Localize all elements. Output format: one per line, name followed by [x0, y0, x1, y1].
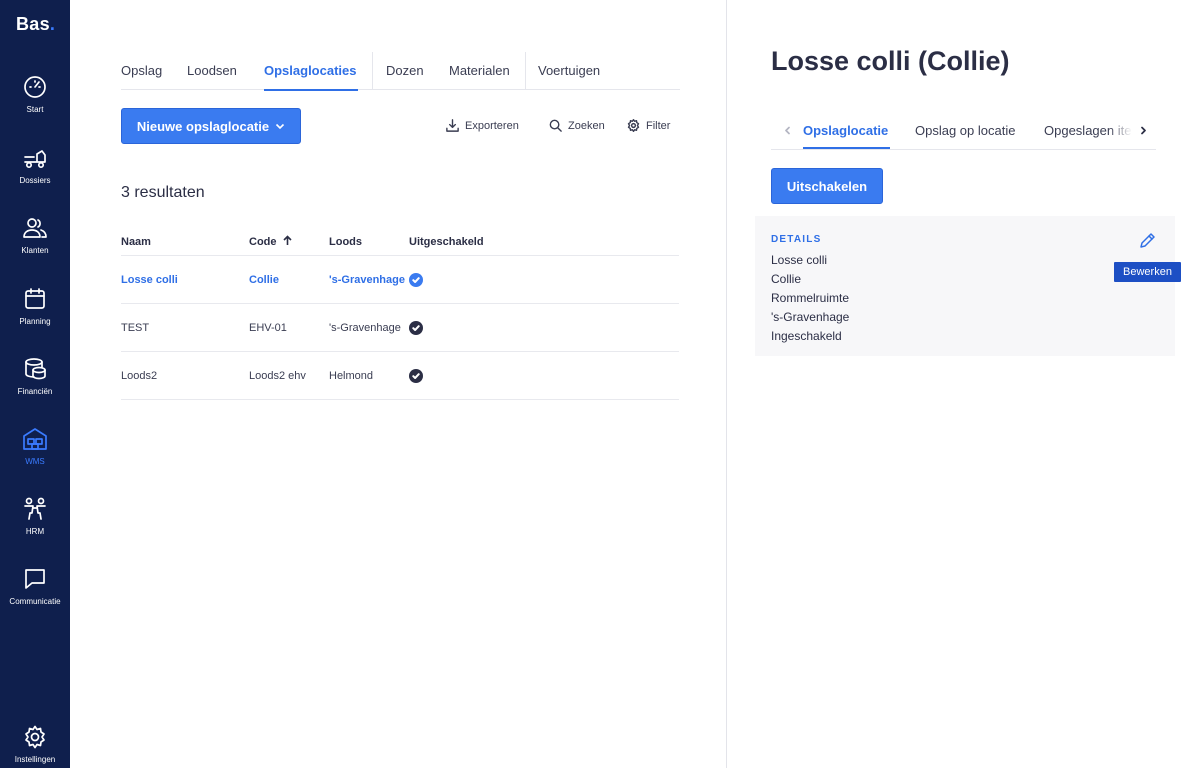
sidebar-item-communicatie[interactable]: Communicatie [0, 566, 70, 626]
sidebar-item-label: Instellingen [14, 755, 56, 764]
sidebar-item-label: Klanten [21, 246, 49, 255]
main-panel: Opslag Loodsen Opslaglocaties Dozen Mate… [70, 0, 726, 768]
cell-code: EHV-01 [249, 321, 287, 334]
app-logo[interactable]: Bas. [16, 14, 55, 35]
edit-tooltip: Bewerken [1114, 262, 1181, 282]
sidebar-item-financien[interactable]: Financiën [0, 356, 70, 416]
export-label: Exporteren [465, 119, 519, 132]
gear-icon [25, 725, 45, 749]
users-icon [23, 218, 47, 238]
cell-loods: 's-Gravenhage [329, 273, 405, 286]
check-circle-icon [409, 320, 423, 335]
cell-name: TEST [121, 321, 150, 334]
warehouse-icon [23, 428, 47, 450]
detail-value-name: Losse colli [771, 253, 828, 267]
sidebar-item-label: WMS [25, 457, 45, 466]
tab-opslag[interactable]: Opslag [121, 52, 187, 90]
table-row[interactable]: TEST EHV-01 's-Gravenhage [121, 304, 679, 352]
pencil-icon [1140, 233, 1155, 248]
sidebar-item-dossiers[interactable]: Dossiers [0, 145, 70, 205]
column-header-code[interactable]: Code [249, 235, 329, 248]
arrow-up-icon [282, 235, 292, 245]
new-storage-location-label: Nieuwe opslaglocatie [136, 118, 270, 134]
chevron-down-icon [276, 123, 285, 130]
tabs-fade [1108, 112, 1132, 148]
chevron-left-icon [784, 126, 790, 134]
tab-voertuigen[interactable]: Voertuigen [526, 52, 616, 90]
details-heading: DETAILS [771, 234, 822, 245]
sidebar-item-label: Financiën [17, 387, 53, 396]
detail-tab-opslag-op-locatie[interactable]: Opslag op locatie [915, 123, 1015, 138]
cell-disabled [409, 320, 559, 335]
sidebar: Bas. Start Dossiers Klanten Planning Fin… [0, 0, 70, 768]
tabs-scroll-right[interactable] [1131, 122, 1156, 138]
detail-value-loods: 's-Gravenhage [771, 310, 850, 324]
sidebar-item-label: Planning [19, 317, 51, 326]
check-circle-icon [409, 272, 423, 287]
check-circle-icon [409, 368, 423, 383]
sidebar-item-klanten[interactable]: Klanten [0, 215, 70, 275]
results-count: 3 resultaten [121, 184, 205, 201]
sidebar-item-label: Dossiers [19, 176, 51, 185]
column-header-disabled[interactable]: Uitgeschakeld [409, 236, 559, 248]
coins-icon [25, 358, 46, 380]
search-icon [549, 119, 562, 132]
sidebar-item-start[interactable]: Start [0, 74, 70, 134]
storage-locations-table: Naam Code Loods Uitgeschakeld Losse coll… [121, 228, 679, 400]
tab-materialen[interactable]: Materialen [436, 52, 525, 90]
details-values: Losse colli Collie Rommelruimte 's-Grave… [771, 251, 849, 346]
detail-value-status: Ingeschakeld [771, 329, 842, 343]
tab-opslaglocaties[interactable]: Opslaglocaties [264, 52, 358, 91]
sidebar-item-label: Communicatie [9, 597, 61, 606]
search-button[interactable]: Zoeken [548, 118, 605, 133]
detail-title: Losse colli (Collie) [771, 46, 1010, 76]
export-button[interactable]: Exporteren [445, 118, 519, 133]
tab-loodsen[interactable]: Loodsen [187, 52, 264, 90]
sidebar-item-label: HRM [25, 527, 45, 536]
speedometer-icon [24, 76, 46, 98]
disable-button[interactable]: Uitschakelen [771, 168, 883, 204]
filter-label: Filter [646, 119, 671, 132]
active-tab-indicator [803, 147, 890, 149]
gear-icon [627, 118, 640, 133]
sidebar-item-wms[interactable]: WMS [0, 426, 70, 486]
cell-disabled [409, 272, 559, 287]
column-header-code-label: Code [249, 236, 277, 248]
table-header: Naam Code Loods Uitgeschakeld [121, 228, 679, 256]
cell-disabled [409, 368, 559, 383]
download-icon [446, 119, 459, 132]
column-header-name[interactable]: Naam [121, 236, 249, 248]
table-row[interactable]: Losse colli Collie 's-Gravenhage [121, 256, 679, 304]
sidebar-item-planning[interactable]: Planning [0, 286, 70, 346]
chevron-right-icon [1141, 126, 1146, 134]
cell-loods: 's-Gravenhage [329, 321, 401, 334]
sidebar-item-label: Start [26, 105, 44, 114]
sidebar-item-instellingen[interactable]: Instellingen [0, 724, 70, 768]
calendar-icon [25, 288, 45, 309]
cell-name: Losse colli [121, 273, 178, 286]
truck-icon [24, 150, 46, 169]
new-storage-location-button[interactable]: Nieuwe opslaglocatie [121, 108, 301, 144]
sidebar-item-hrm[interactable]: HRM [0, 496, 70, 556]
cell-loods: Helmond [329, 369, 374, 382]
tab-dozen[interactable]: Dozen [373, 52, 436, 90]
table-row[interactable]: Loods2 Loods2 ehv Helmond [121, 352, 679, 400]
cell-code: Loods2 ehv [249, 369, 306, 382]
cell-code: Collie [249, 273, 279, 286]
cell-name: Loods2 [121, 369, 158, 382]
column-header-loods[interactable]: Loods [329, 236, 409, 248]
detail-tabs: Opslaglocatie Opslag op locatie Opgeslag… [771, 112, 1156, 150]
chat-icon [25, 569, 45, 589]
detail-panel: Losse colli (Collie) Opslaglocatie Opsla… [727, 0, 1200, 768]
filter-button[interactable]: Filter [626, 118, 670, 133]
search-label: Zoeken [568, 119, 605, 132]
people-icon [24, 497, 46, 520]
detail-value-type: Rommelruimte [771, 291, 850, 305]
main-tabs: Opslag Loodsen Opslaglocaties Dozen Mate… [121, 52, 680, 91]
details-card: DETAILS Losse colli Collie Rommelruimte … [755, 216, 1181, 356]
detail-tab-opslaglocatie[interactable]: Opslaglocatie [803, 123, 888, 138]
edit-button[interactable] [1138, 232, 1158, 252]
tabs-scroll-left[interactable] [779, 122, 795, 138]
detail-value-code: Collie [771, 272, 802, 286]
